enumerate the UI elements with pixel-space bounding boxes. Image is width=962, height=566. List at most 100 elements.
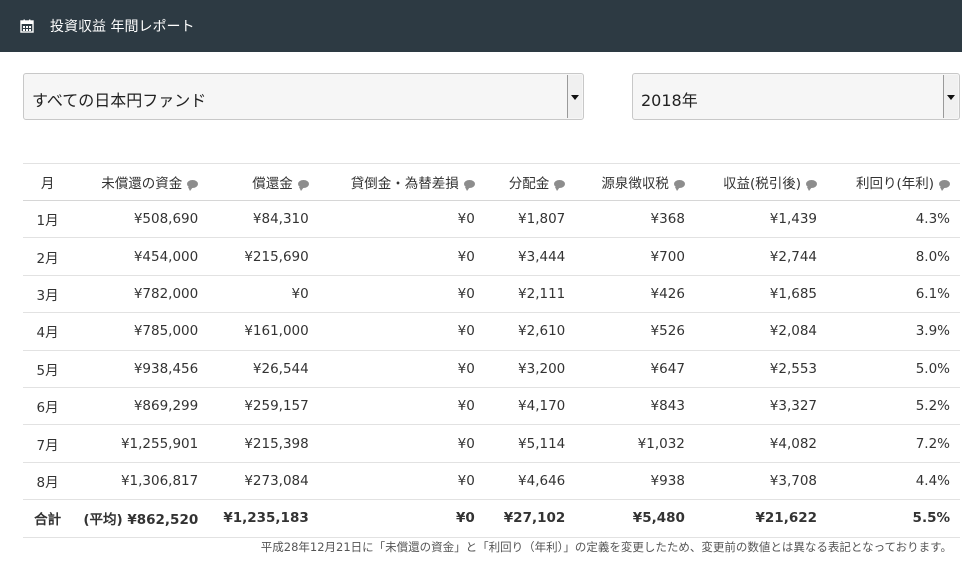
redemption-cell: ¥84,310 <box>206 199 317 238</box>
yield-cell: 6.1% <box>825 274 960 313</box>
fund-select[interactable]: すべての日本円ファンド <box>23 73 584 120</box>
redemption-cell: ¥259,157 <box>206 386 317 425</box>
comment-icon[interactable] <box>297 180 309 191</box>
month-cell: 1月 <box>23 199 73 238</box>
yield-cell: 7.2% <box>825 424 960 463</box>
withholding-tax-cell: ¥843 <box>573 386 693 425</box>
dividend-cell: ¥2,610 <box>482 312 574 351</box>
column-header-profit: 収益(税引後) <box>692 163 826 201</box>
outstanding-cell: ¥782,000 <box>72 274 207 313</box>
total-outstanding-cell: (平均) ¥862,520 <box>72 499 207 538</box>
page-title: 投資収益 年間レポート <box>50 19 195 35</box>
column-header-outstanding: 未償還の資金 <box>72 163 207 201</box>
outstanding-cell: ¥869,299 <box>72 386 207 425</box>
column-header-loss: 貸倒金・為替差損 <box>316 163 483 201</box>
table-header-row: 月 未償還の資金 償還金 貸倒金・為替差損 分配金 源泉徴収税 収益(税引後) … <box>23 163 960 201</box>
withholding-tax-cell: ¥526 <box>573 312 693 351</box>
column-header-yield: 利回り(年利) <box>825 163 960 201</box>
loss-cell: ¥0 <box>316 424 483 463</box>
profit-cell: ¥1,685 <box>692 274 826 313</box>
chevron-down-icon[interactable] <box>567 75 582 118</box>
withholding-tax-cell: ¥426 <box>573 274 693 313</box>
profit-cell: ¥4,082 <box>692 424 826 463</box>
month-cell: 2月 <box>23 237 73 276</box>
yield-cell: 4.3% <box>825 199 960 238</box>
month-cell: 8月 <box>23 461 73 500</box>
table-row: 1月 ¥508,690 ¥84,310 ¥0 ¥1,807 ¥368 ¥1,43… <box>23 199 960 238</box>
redemption-cell: ¥161,000 <box>206 312 317 351</box>
withholding-tax-cell: ¥368 <box>573 199 693 238</box>
profit-cell: ¥2,553 <box>692 349 826 388</box>
column-header-month: 月 <box>23 163 73 201</box>
app-header: 投資収益 年間レポート <box>0 0 962 52</box>
dividend-cell: ¥4,646 <box>482 461 574 500</box>
column-header-withholding-tax: 源泉徴収税 <box>573 163 693 201</box>
withholding-tax-cell: ¥700 <box>573 237 693 276</box>
total-dividend-cell: ¥27,102 <box>482 499 574 538</box>
profit-cell: ¥3,327 <box>692 386 826 425</box>
profit-cell: ¥2,084 <box>692 312 826 351</box>
table-row: 8月 ¥1,306,817 ¥273,084 ¥0 ¥4,646 ¥938 ¥3… <box>23 461 960 500</box>
month-cell: 6月 <box>23 386 73 425</box>
dividend-cell: ¥3,444 <box>482 237 574 276</box>
loss-cell: ¥0 <box>316 386 483 425</box>
loss-cell: ¥0 <box>316 237 483 276</box>
dividend-cell: ¥5,114 <box>482 424 574 463</box>
month-cell: 4月 <box>23 312 73 351</box>
outstanding-cell: ¥508,690 <box>72 199 207 238</box>
yield-cell: 5.0% <box>825 349 960 388</box>
loss-cell: ¥0 <box>316 461 483 500</box>
loss-cell: ¥0 <box>316 349 483 388</box>
total-redemption-cell: ¥1,235,183 <box>206 499 317 538</box>
total-loss-cell: ¥0 <box>316 499 483 538</box>
comment-icon[interactable] <box>187 180 199 191</box>
month-cell: 3月 <box>23 274 73 313</box>
table-row: 5月 ¥938,456 ¥26,544 ¥0 ¥3,200 ¥647 ¥2,55… <box>23 349 960 388</box>
yield-cell: 8.0% <box>825 237 960 276</box>
chevron-down-icon[interactable] <box>943 75 958 118</box>
redemption-cell: ¥0 <box>206 274 317 313</box>
outstanding-cell: ¥938,456 <box>72 349 207 388</box>
total-profit-cell: ¥21,622 <box>692 499 826 538</box>
table-row: 6月 ¥869,299 ¥259,157 ¥0 ¥4,170 ¥843 ¥3,3… <box>23 386 960 425</box>
table-row: 7月 ¥1,255,901 ¥215,398 ¥0 ¥5,114 ¥1,032 … <box>23 424 960 463</box>
yield-cell: 4.4% <box>825 461 960 500</box>
loss-cell: ¥0 <box>316 312 483 351</box>
comment-icon[interactable] <box>673 180 685 191</box>
total-withholding-tax-cell: ¥5,480 <box>573 499 693 538</box>
total-yield-cell: 5.5% <box>825 499 960 538</box>
loss-cell: ¥0 <box>316 274 483 313</box>
loss-cell: ¥0 <box>316 199 483 238</box>
footnote: 平成28年12月21日に「未償還の資金」と「利回り（年利）」の定義を変更したため… <box>260 540 952 554</box>
profit-cell: ¥2,744 <box>692 237 826 276</box>
withholding-tax-cell: ¥938 <box>573 461 693 500</box>
month-cell: 7月 <box>23 424 73 463</box>
outstanding-cell: ¥785,000 <box>72 312 207 351</box>
redemption-cell: ¥215,690 <box>206 237 317 276</box>
dividend-cell: ¥4,170 <box>482 386 574 425</box>
redemption-cell: ¥215,398 <box>206 424 317 463</box>
profit-cell: ¥3,708 <box>692 461 826 500</box>
year-select-value: 2018年 <box>641 91 698 110</box>
table-row: 4月 ¥785,000 ¥161,000 ¥0 ¥2,610 ¥526 ¥2,0… <box>23 312 960 351</box>
outstanding-cell: ¥454,000 <box>72 237 207 276</box>
outstanding-cell: ¥1,255,901 <box>72 424 207 463</box>
withholding-tax-cell: ¥1,032 <box>573 424 693 463</box>
comment-icon[interactable] <box>554 180 566 191</box>
withholding-tax-cell: ¥647 <box>573 349 693 388</box>
dividend-cell: ¥3,200 <box>482 349 574 388</box>
redemption-cell: ¥273,084 <box>206 461 317 500</box>
comment-icon[interactable] <box>463 180 475 191</box>
yield-cell: 5.2% <box>825 386 960 425</box>
comment-icon[interactable] <box>806 180 818 191</box>
outstanding-cell: ¥1,306,817 <box>72 461 207 500</box>
column-header-dividend: 分配金 <box>482 163 574 201</box>
dividend-cell: ¥2,111 <box>482 274 574 313</box>
table-row: 3月 ¥782,000 ¥0 ¥0 ¥2,111 ¥426 ¥1,685 6.1… <box>23 274 960 313</box>
annual-report-table: 月 未償還の資金 償還金 貸倒金・為替差損 分配金 源泉徴収税 収益(税引後) … <box>23 163 960 538</box>
comment-icon[interactable] <box>939 180 950 191</box>
redemption-cell: ¥26,544 <box>206 349 317 388</box>
year-select[interactable]: 2018年 <box>632 73 960 120</box>
column-header-redemption: 償還金 <box>206 163 317 201</box>
table-row: 2月 ¥454,000 ¥215,690 ¥0 ¥3,444 ¥700 ¥2,7… <box>23 237 960 276</box>
